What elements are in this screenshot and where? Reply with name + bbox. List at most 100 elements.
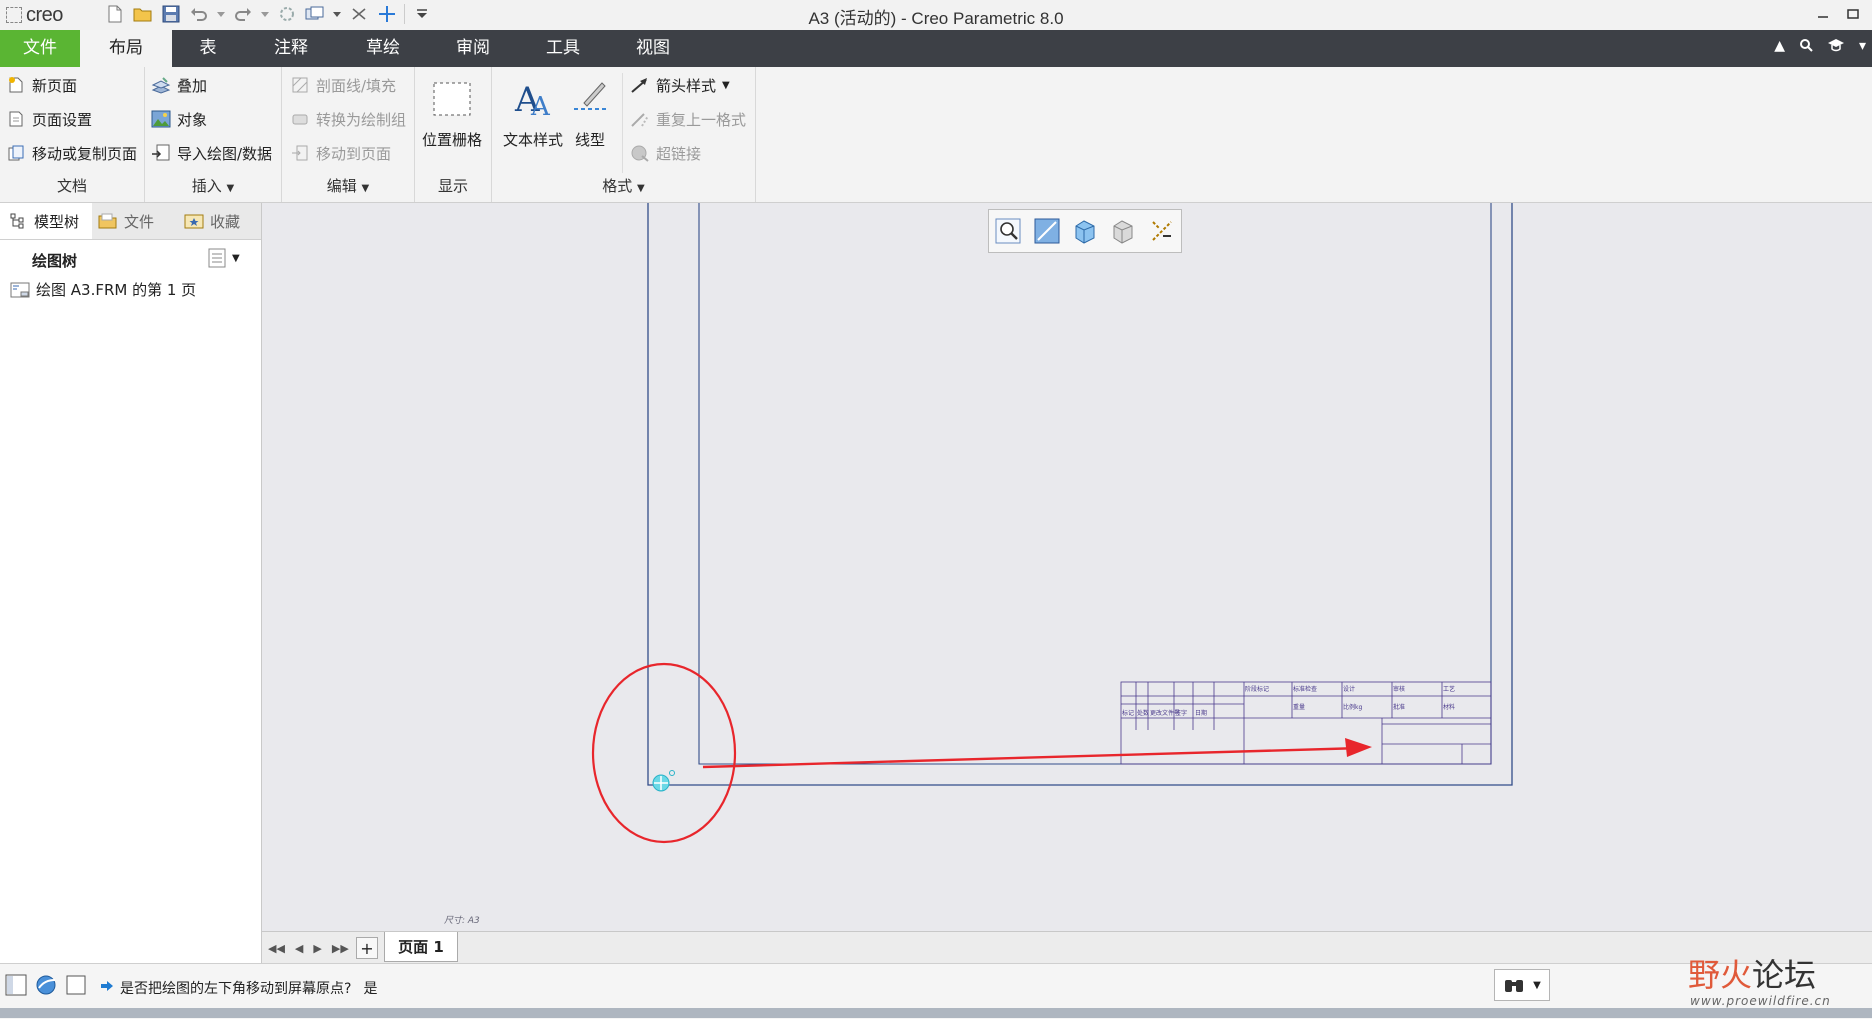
display-style-icon[interactable] bbox=[1108, 216, 1138, 246]
drawing-sheet-icon bbox=[10, 280, 30, 300]
find-dropdown-icon: ▼ bbox=[1533, 979, 1541, 991]
ribbon-body: 新页面 页面设置 移动或复制页面 文档 叠加 对象 导入绘图/数据 插入 ▼ 剖… bbox=[0, 67, 1872, 203]
arrow-style-icon bbox=[630, 75, 650, 95]
status-answer: 是 bbox=[363, 981, 378, 997]
sheet-outer-border bbox=[647, 203, 1513, 786]
tree-item-page-1[interactable]: 绘图 A3.FRM 的第 1 页 bbox=[10, 279, 196, 300]
move-to-page-label: 移动到页面 bbox=[316, 144, 392, 163]
hyperlink-icon bbox=[630, 143, 650, 163]
ribbon-tabs: 文件 布局 表 注释 草绘 审阅 工具 视图 ▲ ▾ bbox=[0, 30, 1872, 67]
forum-watermark: 野火论坛 www.proewildfire.cn bbox=[1668, 950, 1868, 1016]
refit-icon[interactable] bbox=[993, 216, 1023, 246]
text-style-label: 文本样式 bbox=[502, 131, 563, 149]
tab-sketch[interactable]: 草绘 bbox=[342, 30, 424, 67]
move-to-page-icon bbox=[290, 143, 310, 163]
arrow-style-label: 箭头样式 bbox=[656, 76, 717, 95]
next-page-icon[interactable]: ▶ bbox=[313, 942, 321, 955]
tab-layout[interactable]: 布局 bbox=[80, 30, 172, 67]
tab-model-tree[interactable]: 模型树 bbox=[0, 203, 92, 239]
full-screen-icon[interactable] bbox=[64, 973, 88, 997]
group-insert-label-text: 插入 bbox=[191, 177, 222, 195]
tab-favorites[interactable]: 收藏 bbox=[184, 203, 261, 239]
arrow-style-button[interactable]: 箭头样式 ▼ bbox=[630, 71, 730, 99]
tb-scale: 比例 bbox=[1343, 703, 1355, 711]
tab-favorites-label: 收藏 bbox=[210, 212, 241, 231]
line-style-icon bbox=[568, 77, 612, 121]
tab-annotate[interactable]: 注释 bbox=[250, 30, 332, 67]
graphics-window[interactable]: 标记 处数 更改文件号 签字 日期 阶段标记 标准检查 重量 比例 kg 设计 … bbox=[262, 203, 1872, 931]
tab-view[interactable]: 视图 bbox=[612, 30, 694, 67]
line-style-label: 线型 bbox=[574, 131, 605, 149]
tab-tools[interactable]: 工具 bbox=[522, 30, 604, 67]
toggle-navigator-icon[interactable] bbox=[4, 973, 28, 997]
navigator-panel: 模型树 文件 收藏 绘图树 ▼ 绘图 A3.FRM 的第 1 页 bbox=[0, 203, 262, 963]
last-page-icon[interactable]: ▶▶ bbox=[332, 942, 349, 955]
hyperlink-label: 超链接 bbox=[656, 144, 702, 163]
import-drawing-button[interactable]: 导入绘图/数据 bbox=[151, 139, 272, 167]
tab-file-browser[interactable]: 文件 bbox=[98, 203, 178, 239]
group-edit: 剖面线/填充 转换为绘制组 移动到页面 编辑 ▼ bbox=[282, 67, 415, 202]
page-tab-1[interactable]: 页面 1 bbox=[384, 932, 458, 962]
watermark-title-a: 野火 bbox=[1688, 956, 1753, 994]
text-style-button[interactable]: A A 文本样式 bbox=[496, 73, 570, 150]
prev-page-icon[interactable]: ◀ bbox=[295, 942, 303, 955]
search-icon[interactable] bbox=[1799, 38, 1813, 56]
annotation-arrowhead bbox=[1345, 738, 1372, 757]
tb-approve: 批准 bbox=[1393, 703, 1405, 711]
ribbon-tab-icons: ▲ ▾ bbox=[1774, 38, 1866, 56]
drawing-canvas[interactable]: 标记 处数 更改文件号 签字 日期 阶段标记 标准检查 重量 比例 kg 设计 … bbox=[262, 203, 1872, 931]
repaint-icon[interactable] bbox=[1070, 216, 1100, 246]
convert-group-button[interactable]: 转换为绘制组 bbox=[290, 105, 406, 133]
page-setup-icon bbox=[6, 109, 26, 129]
tab-file-browser-label: 文件 bbox=[124, 212, 155, 231]
first-page-icon[interactable]: ◀◀ bbox=[268, 942, 285, 955]
tb-date: 日期 bbox=[1195, 709, 1207, 717]
binoculars-icon bbox=[1505, 980, 1524, 992]
window-title: A3 (活动的) - Creo Parametric 8.0 bbox=[808, 9, 1064, 28]
edit-dropdown-icon: ▼ bbox=[361, 183, 370, 194]
maximize-button[interactable] bbox=[1840, 3, 1866, 25]
tb-weight: 重量 bbox=[1293, 703, 1305, 711]
move-copy-page-button[interactable]: 移动或复制页面 bbox=[6, 139, 137, 167]
minimize-ribbon-icon[interactable]: ▲ bbox=[1774, 38, 1785, 56]
group-edit-label-text: 编辑 bbox=[326, 177, 357, 195]
help-dropdown-icon[interactable]: ▾ bbox=[1859, 38, 1866, 56]
object-label: 对象 bbox=[177, 110, 208, 129]
zoom-area-icon[interactable] bbox=[1032, 216, 1062, 246]
add-page-button[interactable]: + bbox=[356, 937, 378, 959]
minimize-button[interactable] bbox=[1810, 3, 1836, 25]
object-button[interactable]: 对象 bbox=[151, 105, 207, 133]
line-style-button[interactable]: 线型 bbox=[562, 73, 618, 150]
find-button[interactable]: ▼ bbox=[1494, 969, 1550, 1001]
prompt-arrow-icon bbox=[100, 980, 114, 996]
help-icon[interactable] bbox=[1827, 38, 1845, 56]
group-format-label[interactable]: 格式 ▼ bbox=[492, 175, 755, 196]
page-setup-button[interactable]: 页面设置 bbox=[6, 105, 92, 133]
location-grid-button[interactable]: 位置栅格 bbox=[415, 73, 489, 150]
import-drawing-icon bbox=[151, 143, 171, 163]
tb-material: 材料 bbox=[1443, 703, 1455, 711]
new-page-button[interactable]: 新页面 bbox=[6, 71, 77, 99]
tree-settings-button[interactable]: ▼ bbox=[208, 245, 252, 271]
group-insert-label[interactable]: 插入 ▼ bbox=[145, 175, 281, 196]
tab-table[interactable]: 表 bbox=[172, 30, 244, 67]
convert-group-label: 转换为绘制组 bbox=[316, 110, 407, 129]
tb-process: 工艺 bbox=[1443, 685, 1455, 693]
overlay-button[interactable]: 叠加 bbox=[151, 71, 207, 99]
move-to-page-button[interactable]: 移动到页面 bbox=[290, 139, 391, 167]
location-grid-icon bbox=[430, 77, 474, 121]
repeat-format-icon bbox=[630, 109, 650, 129]
hatch-fill-button[interactable]: 剖面线/填充 bbox=[290, 71, 396, 99]
import-drawing-label: 导入绘图/数据 bbox=[177, 144, 273, 163]
repeat-format-button[interactable]: 重复上一格式 bbox=[630, 105, 746, 133]
tab-file[interactable]: 文件 bbox=[0, 30, 80, 67]
hyperlink-button[interactable]: 超链接 bbox=[630, 139, 701, 167]
status-message: 是否把绘图的左下角移动到屏幕原点? bbox=[120, 981, 352, 997]
datum-display-icon[interactable] bbox=[1147, 216, 1177, 246]
tab-review[interactable]: 审阅 bbox=[432, 30, 514, 67]
toggle-browser-icon[interactable] bbox=[34, 973, 58, 997]
group-edit-label[interactable]: 编辑 ▼ bbox=[282, 175, 414, 196]
drawing-tree-header: 绘图树 ▼ bbox=[0, 239, 261, 279]
sheet-inner-frame bbox=[698, 203, 1492, 765]
favorites-icon bbox=[184, 211, 204, 231]
